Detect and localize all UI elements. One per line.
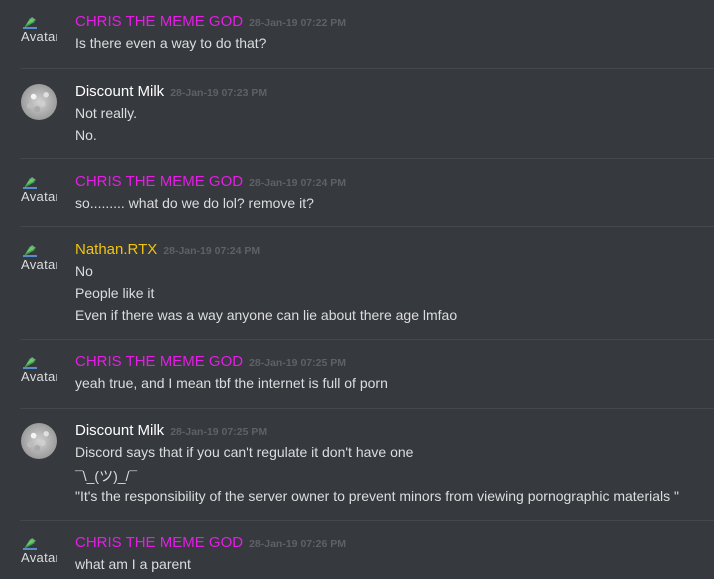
username[interactable]: CHRIS THE MEME GOD <box>75 534 243 551</box>
avatar-alt-text: Avatar <box>21 369 57 384</box>
message-text: Not really. <box>75 105 137 121</box>
message-text: Even if there was a way anyone can lie a… <box>75 307 458 323</box>
username[interactable]: Discount Milk <box>75 83 164 100</box>
message-header: CHRIS THE MEME GOD 28-Jan-19 07:26 PM <box>75 534 346 552</box>
username[interactable]: Discount Milk <box>75 422 164 439</box>
avatar[interactable]: Avatar <box>21 538 57 574</box>
message-text: Discord says that if you can't regulate … <box>75 444 414 460</box>
message-text: No <box>75 263 93 279</box>
message-divider <box>20 226 714 227</box>
timestamp: 28-Jan-19 07:25 PM <box>249 357 346 369</box>
message-header: CHRIS THE MEME GOD 28-Jan-19 07:25 PM <box>75 353 346 371</box>
message-text: "It's the responsibility of the server o… <box>75 488 679 504</box>
avatar-alt-text: Avatar <box>21 29 57 44</box>
message-header: Nathan.RTX 28-Jan-19 07:24 PM <box>75 241 260 259</box>
message-text: what am I a parent <box>75 556 191 572</box>
timestamp: 28-Jan-19 07:24 PM <box>249 177 346 189</box>
message-divider <box>20 158 714 159</box>
avatar[interactable]: Avatar <box>21 17 57 53</box>
timestamp: 28-Jan-19 07:25 PM <box>170 426 268 438</box>
timestamp: 28-Jan-19 07:24 PM <box>163 245 261 257</box>
username[interactable]: CHRIS THE MEME GOD <box>75 353 243 370</box>
avatar[interactable]: Avatar <box>21 245 57 281</box>
message-text: No. <box>75 127 97 143</box>
username[interactable]: Nathan.RTX <box>75 241 157 258</box>
message-text: ¯\_(ツ)_/¯ <box>75 468 138 484</box>
avatar[interactable] <box>21 84 57 120</box>
avatar-alt-text: Avatar <box>21 550 57 565</box>
avatar[interactable]: Avatar <box>21 357 57 393</box>
message-divider <box>20 520 714 521</box>
avatar-alt-text: Avatar <box>21 257 57 272</box>
message-divider <box>20 68 714 69</box>
message-text: People like it <box>75 285 155 301</box>
message-header: Discount Milk 28-Jan-19 07:25 PM <box>75 422 267 440</box>
message-divider <box>20 339 714 340</box>
timestamp: 28-Jan-19 07:22 PM <box>249 17 346 29</box>
message-header: CHRIS THE MEME GOD 28-Jan-19 07:24 PM <box>75 173 346 191</box>
avatar-alt-text: Avatar <box>21 189 57 204</box>
username[interactable]: CHRIS THE MEME GOD <box>75 173 243 190</box>
avatar[interactable] <box>21 423 57 459</box>
message-text: yeah true, and I mean tbf the internet i… <box>75 375 388 391</box>
message-header: CHRIS THE MEME GOD 28-Jan-19 07:22 PM <box>75 13 346 31</box>
avatar[interactable]: Avatar <box>21 177 57 213</box>
message-divider <box>20 408 714 409</box>
message-text: Is there even a way to do that? <box>75 35 267 51</box>
message-header: Discount Milk 28-Jan-19 07:23 PM <box>75 83 267 101</box>
username[interactable]: CHRIS THE MEME GOD <box>75 13 243 30</box>
message-text: so......... what do we do lol? remove it… <box>75 195 314 211</box>
timestamp: 28-Jan-19 07:26 PM <box>249 538 346 550</box>
timestamp: 28-Jan-19 07:23 PM <box>170 87 268 99</box>
